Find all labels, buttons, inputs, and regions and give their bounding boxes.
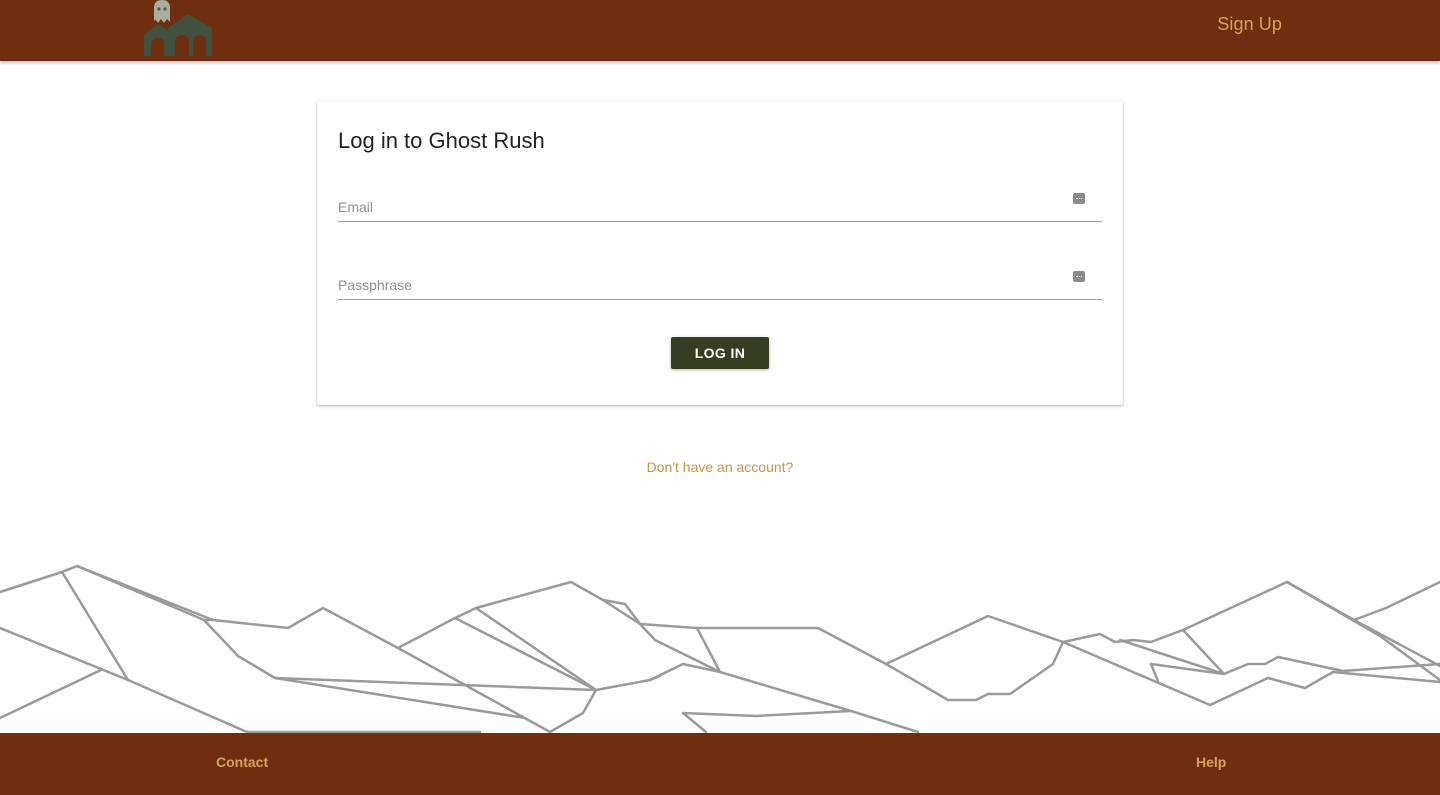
email-field-container <box>338 176 1102 222</box>
login-button[interactable]: LOG IN <box>671 337 769 369</box>
top-navbar: Sign Up <box>0 0 1440 61</box>
passphrase-field-container <box>338 254 1102 300</box>
footer-contact-link[interactable]: Contact <box>216 754 268 770</box>
no-account-link[interactable]: Don't have an account? <box>0 459 1440 475</box>
ghost-house-logo-icon[interactable] <box>142 0 214 58</box>
password-manager-key-icon[interactable] <box>1073 271 1085 282</box>
login-title: Log in to Ghost Rush <box>338 128 545 153</box>
passphrase-input[interactable] <box>338 254 1058 298</box>
mountain-line-art <box>0 564 1440 733</box>
password-manager-key-icon[interactable] <box>1073 193 1085 204</box>
footer: Contact Help <box>0 733 1440 795</box>
login-card: Log in to Ghost Rush LOG IN <box>317 101 1123 405</box>
email-input[interactable] <box>338 176 1058 220</box>
footer-help-link[interactable]: Help <box>1196 754 1226 770</box>
signup-link[interactable]: Sign Up <box>1217 14 1282 35</box>
